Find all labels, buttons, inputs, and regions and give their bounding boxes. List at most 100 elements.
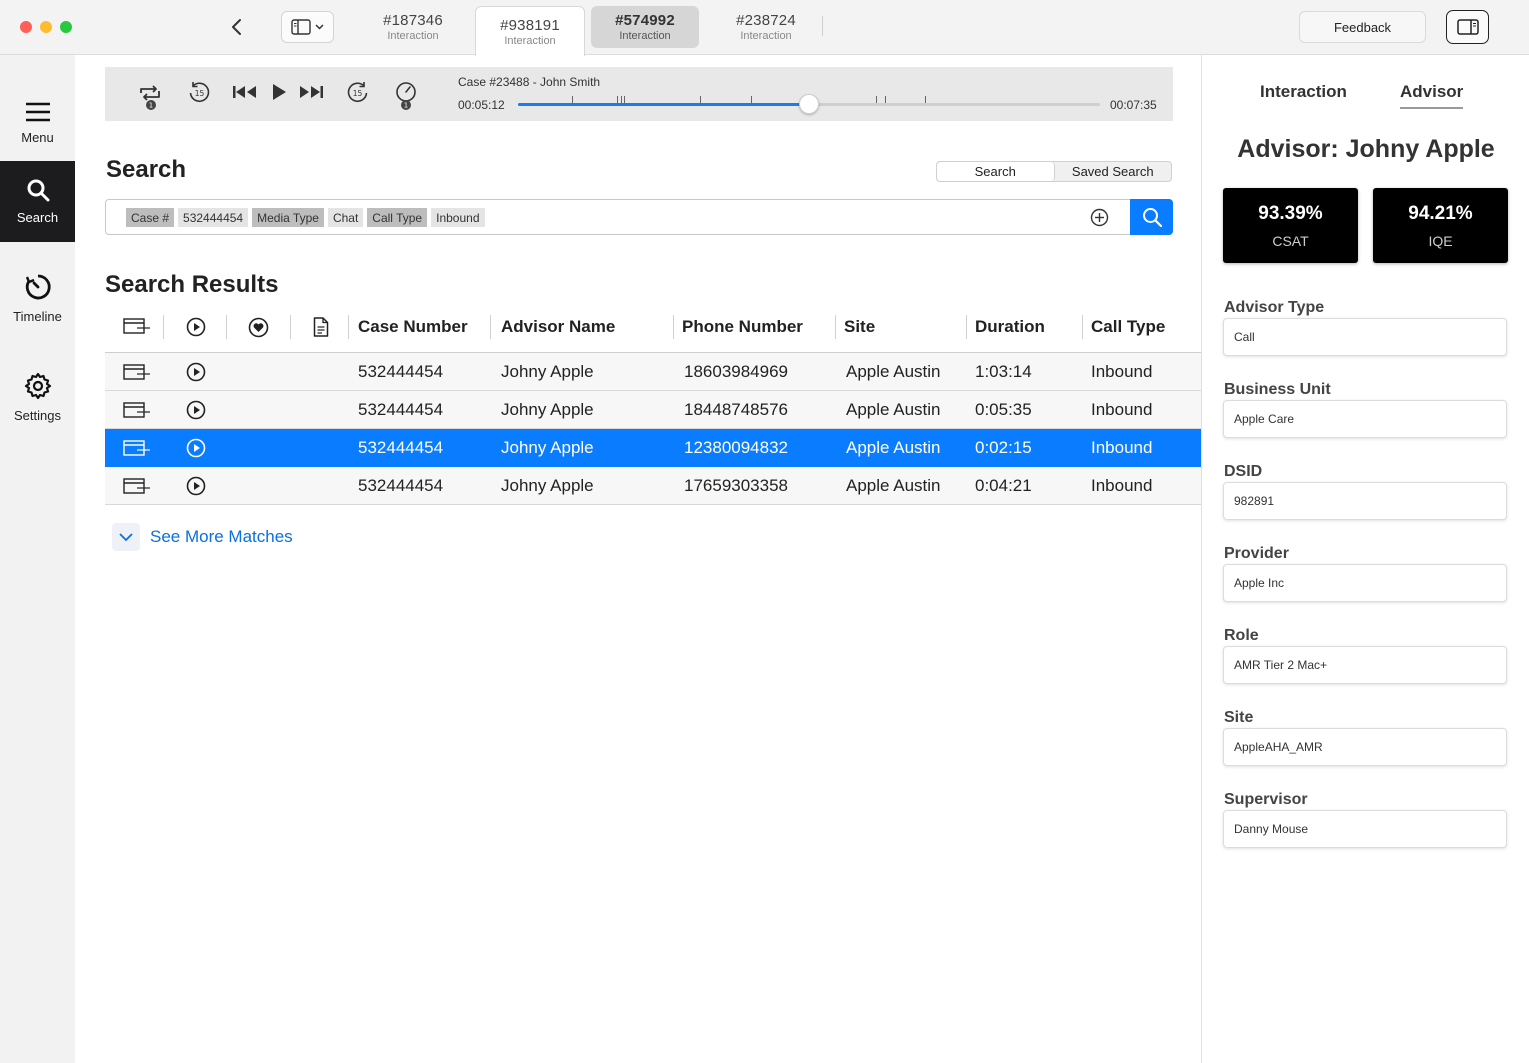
nav-item-menu[interactable]: Menu: [0, 83, 75, 164]
cell-phone-number: 12380094832: [684, 438, 789, 457]
filter-key-call-type[interactable]: Call Type: [367, 208, 428, 227]
metric-label: CSAT: [1272, 232, 1309, 249]
search-mode-control: Search Saved Search: [936, 161, 1172, 182]
field-value[interactable]: Apple Inc: [1223, 564, 1507, 602]
document-column-icon[interactable]: [313, 317, 329, 342]
minimize-window-button[interactable]: [40, 21, 52, 33]
play-button[interactable]: [271, 83, 287, 101]
metric-value: 94.21%: [1408, 202, 1473, 224]
field-value[interactable]: AppleAHA_AMR: [1223, 728, 1507, 766]
next-track-button[interactable]: [298, 84, 324, 100]
column-header-duration[interactable]: Duration: [975, 317, 1045, 337]
filter-key-media-type[interactable]: Media Type: [252, 208, 324, 227]
nav-item-search[interactable]: Search: [0, 161, 75, 242]
playback-speed-button[interactable]: 1: [394, 81, 418, 111]
cell-advisor-name: Johny Apple: [501, 400, 594, 419]
panel-tab-interaction[interactable]: Interaction: [1260, 82, 1347, 102]
card-icon[interactable]: [123, 478, 151, 499]
cell-phone-number: 17659303358: [684, 476, 789, 495]
search-filter-chips: Case # 532444454 Media Type Chat Call Ty…: [126, 208, 485, 227]
loop-button[interactable]: 1: [136, 81, 164, 111]
tab-number: #238724: [736, 12, 796, 29]
tab-interaction-574992[interactable]: #574992 Interaction: [591, 6, 699, 48]
previous-track-button[interactable]: [232, 84, 258, 100]
filter-key-case[interactable]: Case #: [126, 208, 175, 227]
play-recording-icon[interactable]: [186, 476, 206, 501]
playback-progress: [518, 103, 809, 106]
cell-phone-number: 18603984969: [684, 362, 789, 381]
tab-number: #187346: [383, 12, 443, 29]
search-mode-search[interactable]: Search: [937, 162, 1055, 181]
field-value[interactable]: Danny Mouse: [1223, 810, 1507, 848]
filter-value-call-type[interactable]: Inbound: [431, 208, 485, 227]
zoom-window-button[interactable]: [60, 21, 72, 33]
feedback-button[interactable]: Feedback: [1299, 11, 1426, 43]
tab-interaction-938191[interactable]: #938191 Interaction: [475, 6, 585, 56]
column-header-phone-number[interactable]: Phone Number: [682, 317, 803, 337]
table-row[interactable]: 532444454 Johny Apple 17659303358 Apple Aus…: [105, 467, 1201, 505]
play-recording-icon[interactable]: [186, 362, 206, 387]
metric-value: 93.39%: [1258, 202, 1323, 224]
column-divider: [226, 315, 227, 339]
search-submit-button[interactable]: [1130, 199, 1173, 235]
field-value[interactable]: 982891: [1223, 482, 1507, 520]
nav-item-timeline[interactable]: Timeline: [0, 258, 75, 339]
chevron-down-icon: [315, 24, 324, 30]
favorite-column-icon[interactable]: [248, 317, 269, 343]
see-more-label: See More Matches: [150, 527, 293, 546]
filter-value-case[interactable]: 532444454: [178, 208, 249, 227]
search-input[interactable]: Case # 532444454 Media Type Chat Call Ty…: [105, 199, 1173, 235]
filter-value-media-type[interactable]: Chat: [327, 208, 364, 227]
play-recording-icon[interactable]: [186, 438, 206, 463]
back-button[interactable]: [224, 14, 250, 40]
column-header-site[interactable]: Site: [844, 317, 875, 337]
play-column-icon[interactable]: [186, 317, 206, 342]
column-header-call-type[interactable]: Call Type: [1091, 317, 1165, 337]
field-label: Supervisor: [1224, 791, 1308, 808]
play-recording-icon[interactable]: [186, 400, 206, 425]
table-row[interactable]: 532444454 Johny Apple 18603984969 Apple Aus…: [105, 353, 1201, 391]
column-divider: [163, 315, 164, 339]
playback-scrubber[interactable]: [518, 94, 1100, 114]
nav-item-settings[interactable]: Settings: [0, 357, 75, 438]
cell-case-number: 532444454: [358, 438, 444, 457]
sidebar-toggle-button[interactable]: [281, 11, 334, 43]
card-icon[interactable]: [123, 402, 151, 423]
skip-back-button[interactable]: 15: [187, 81, 211, 105]
cell-phone-number: 18448748576: [684, 400, 789, 419]
cell-site: Apple Austin: [846, 400, 941, 419]
left-navigation: Menu Search Timeline Settings: [0, 55, 75, 1063]
cell-duration: 0:02:15: [975, 438, 1032, 457]
tab-label: Interaction: [740, 30, 792, 42]
field-value[interactable]: Call: [1223, 318, 1507, 356]
cell-advisor-name: Johny Apple: [501, 476, 594, 495]
table-row[interactable]: 532444454 Johny Apple 18448748576 Apple Aus…: [105, 391, 1201, 429]
tab-interaction-187346[interactable]: #187346 Interaction: [358, 6, 468, 48]
search-mode-saved-search[interactable]: Saved Search: [1055, 162, 1172, 181]
toggle-right-panel-button[interactable]: [1446, 10, 1489, 44]
column-header-advisor-name[interactable]: Advisor Name: [501, 317, 615, 337]
close-window-button[interactable]: [20, 21, 32, 33]
field-value[interactable]: AMR Tier 2 Mac+: [1223, 646, 1507, 684]
next-icon: [300, 86, 323, 98]
scrubber-handle[interactable]: [799, 94, 819, 114]
see-more-matches-button[interactable]: See More Matches: [112, 523, 293, 551]
column-divider: [835, 315, 836, 339]
tab-label: Interaction: [619, 30, 671, 42]
add-filter-button[interactable]: [1090, 208, 1109, 232]
table-row[interactable]: 532444454 Johny Apple 12380094832 Apple Aus…: [105, 429, 1201, 467]
field-label: DSID: [1224, 463, 1263, 480]
cell-site: Apple Austin: [846, 438, 941, 457]
column-header-case-number[interactable]: Case Number: [358, 317, 468, 337]
results-table-header: Case Number Advisor Name Phone Number Si…: [105, 305, 1201, 353]
skip-back-15-icon: 15: [189, 82, 210, 102]
tab-interaction-238724[interactable]: #238724 Interaction: [711, 6, 821, 48]
skip-forward-button[interactable]: 15: [346, 81, 370, 105]
card-column-icon[interactable]: [123, 318, 151, 339]
field-value[interactable]: Apple Care: [1223, 400, 1507, 438]
field-label: Role: [1224, 627, 1259, 644]
card-icon[interactable]: [123, 364, 151, 385]
cell-call-type: Inbound: [1091, 438, 1153, 457]
card-icon[interactable]: [123, 440, 151, 461]
panel-tab-advisor[interactable]: Advisor: [1400, 82, 1464, 109]
